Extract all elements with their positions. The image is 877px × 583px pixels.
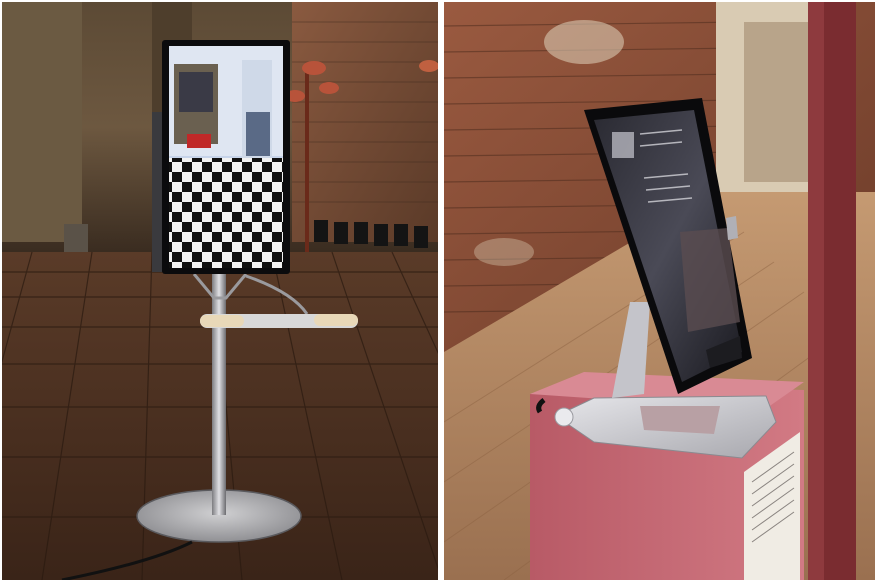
screen-checker-floor bbox=[169, 158, 283, 268]
display-screen bbox=[169, 46, 283, 268]
screen-shrine bbox=[246, 112, 270, 156]
lamp-shade bbox=[319, 82, 339, 94]
display-mount bbox=[152, 112, 162, 272]
left-pillar bbox=[2, 2, 82, 242]
handle-grip-right bbox=[314, 314, 358, 326]
plaster-patch bbox=[544, 20, 624, 64]
stand-pole bbox=[212, 270, 226, 515]
red-column bbox=[822, 2, 856, 580]
right-photo bbox=[444, 2, 875, 580]
right-photo-scene bbox=[444, 2, 875, 580]
screen-painting bbox=[179, 72, 213, 112]
plaster-patch bbox=[474, 238, 534, 266]
screen-red-object bbox=[187, 134, 211, 148]
red-column-side bbox=[808, 2, 824, 580]
stand-hinge bbox=[554, 407, 574, 427]
handle-grip-left bbox=[200, 315, 244, 327]
tablet-clamp-top bbox=[726, 216, 738, 240]
left-photo-scene bbox=[2, 2, 438, 580]
lamp-shade bbox=[302, 61, 326, 75]
left-photo bbox=[2, 2, 438, 580]
screen-window-image bbox=[612, 132, 634, 158]
far-brick-wall bbox=[744, 22, 814, 182]
stand-base-cutout bbox=[640, 406, 720, 434]
